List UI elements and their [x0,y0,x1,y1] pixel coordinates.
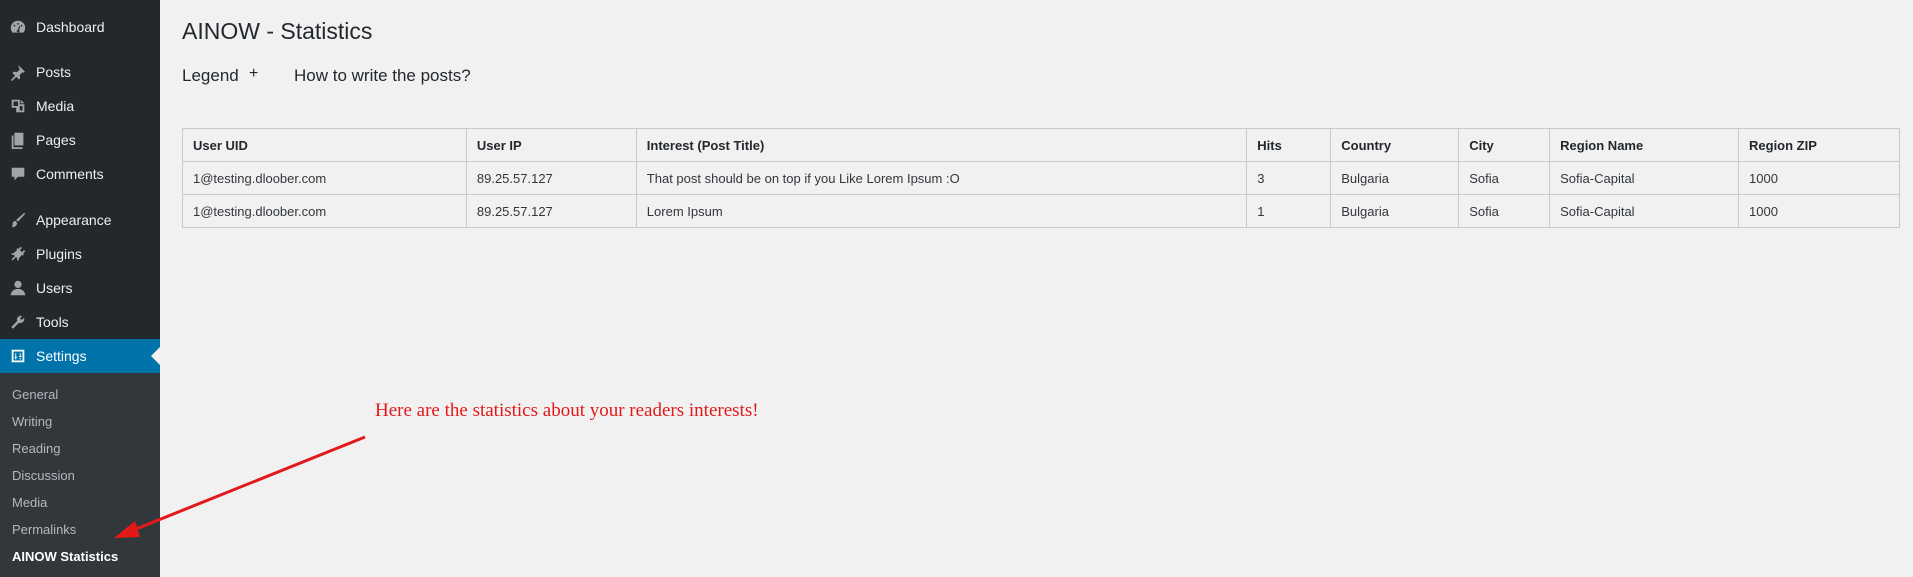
column-header: User UID [182,128,467,162]
table-cell: 1@testing.dloober.com [182,194,467,228]
arrow-line [125,435,366,535]
plugin-icon [0,237,36,271]
sidebar-item-label: Users [36,280,73,296]
sidebar-item-label: Media [36,98,75,114]
annotation-text: Here are the statistics about your reade… [375,400,759,421]
table-cell: 1000 [1738,161,1900,195]
table-cell: 3 [1246,161,1332,195]
column-header: Region Name [1549,128,1740,162]
table-cell: Sofia-Capital [1549,161,1740,195]
table-cell: Sofia-Capital [1549,194,1740,228]
brush-icon [0,203,36,237]
table-cell: 1@testing.dloober.com [182,161,467,195]
plus-icon[interactable]: + [249,65,258,83]
settings-submenu: General Writing Reading Discussion Media… [0,373,160,577]
table-cell: 89.25.57.127 [465,194,637,228]
sidebar-item-label: Posts [36,64,72,80]
sidebar-item-settings[interactable]: Settings [0,339,160,373]
sidebar-item-label: Appearance [36,212,112,228]
admin-sidebar: Dashboard Posts Media Pages Comments App… [0,0,160,577]
submenu-item-media[interactable]: Media [12,494,47,512]
submenu-item-reading[interactable]: Reading [12,440,60,458]
table-cell: 89.25.57.127 [465,161,637,195]
table-cell: Lorem Ipsum [635,194,1248,228]
sidebar-item-label: Pages [36,132,76,148]
pages-icon [0,123,36,157]
table-cell: Sofia [1458,161,1551,195]
sidebar-item-comments[interactable]: Comments [0,157,160,191]
sidebar-item-label: Tools [36,314,69,330]
page-title: AINOW - Statistics [182,18,373,44]
sidebar-item-label: Settings [36,348,87,364]
settings-icon [0,339,36,373]
table-header-row: User UID User IP Interest (Post Title) H… [182,128,1900,162]
table-row: 1@testing.dloober.com 89.25.57.127 Lorem… [182,194,1900,228]
column-header: Hits [1246,128,1332,162]
table-cell: Bulgaria [1330,194,1460,228]
dashboard-icon [0,10,36,44]
annotation-arrow [114,435,366,538]
sidebar-item-label: Plugins [36,246,82,262]
table-cell: Sofia [1458,194,1551,228]
column-header: Region ZIP [1738,128,1900,162]
wrench-icon [0,305,36,339]
tab-legend[interactable]: Legend [182,66,239,86]
table-row: 1@testing.dloober.com 89.25.57.127 That … [182,161,1900,195]
column-header: Interest (Post Title) [635,128,1248,162]
sidebar-item-appearance[interactable]: Appearance [0,203,160,237]
statistics-table: User UID User IP Interest (Post Title) H… [182,128,1900,228]
sidebar-item-media[interactable]: Media [0,89,160,123]
sidebar-item-tools[interactable]: Tools [0,305,160,339]
sidebar-item-label: Comments [36,166,104,182]
sidebar-item-plugins[interactable]: Plugins [0,237,160,271]
table-cell: 1 [1246,194,1332,228]
table-cell: Bulgaria [1330,161,1460,195]
submenu-item-general[interactable]: General [12,386,58,404]
submenu-item-ainow-statistics[interactable]: AINOW Statistics [12,548,118,566]
sidebar-item-posts[interactable]: Posts [0,55,160,89]
comment-icon [0,157,36,191]
sidebar-item-label: Dashboard [36,19,105,35]
sidebar-item-dashboard[interactable]: Dashboard [0,10,160,44]
column-header: City [1458,128,1551,162]
pin-icon [0,55,36,89]
submenu-item-writing[interactable]: Writing [12,413,52,431]
table-cell: That post should be on top if you Like L… [635,161,1248,195]
sidebar-item-users[interactable]: Users [0,271,160,305]
tab-how-to-write-posts[interactable]: How to write the posts? [294,66,471,86]
media-icon [0,89,36,123]
user-icon [0,271,36,305]
submenu-item-discussion[interactable]: Discussion [12,467,75,485]
submenu-item-permalinks[interactable]: Permalinks [12,521,76,539]
active-indicator [151,347,160,365]
column-header: User IP [465,128,637,162]
column-header: Country [1330,128,1460,162]
table-cell: 1000 [1738,194,1900,228]
sidebar-item-pages[interactable]: Pages [0,123,160,157]
